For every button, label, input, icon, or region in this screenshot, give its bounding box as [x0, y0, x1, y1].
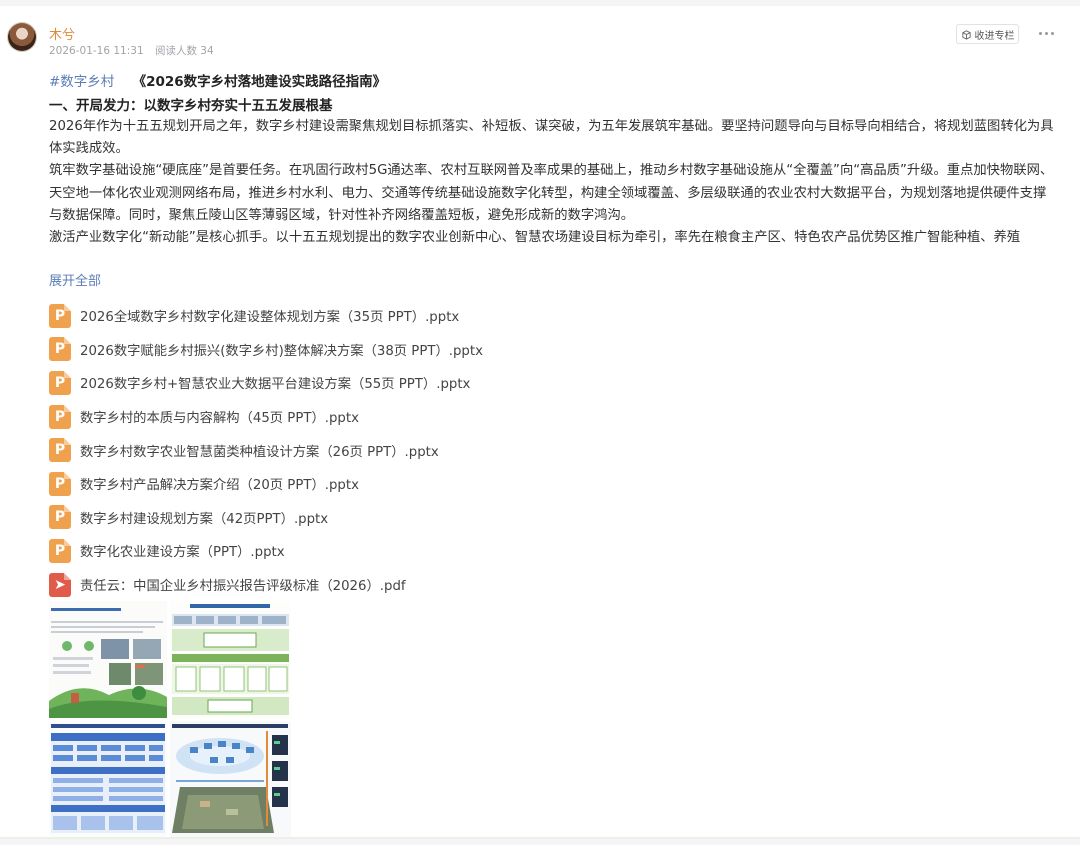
post-card: 木兮 2026-01-16 11:31 阅读人数 34 收进专栏 #数字乡村 《…	[0, 6, 1080, 839]
view-count: 阅读人数 34	[154, 45, 214, 57]
hashtag-link[interactable]: #数字乡村	[49, 74, 114, 90]
ppt-file-icon: P	[49, 303, 71, 328]
author-name[interactable]: 木兮	[49, 24, 75, 43]
attachment-name[interactable]: 2026数字赋能乡村振兴(数字乡村)整体解决方案（38页 PPT）.pptx	[80, 340, 483, 359]
body-paragraph: 筑牢数字基础设施“硬底座”是首要任务。在巩固行政村5G通达率、农村互联网普及率成…	[49, 163, 1054, 223]
attachment-item[interactable]: P 数字乡村数字农业智慧菌类种植设计方案（26页 PPT）.pptx	[49, 433, 483, 467]
attachment-item[interactable]: ➤ 责任云：中国企业乡村振兴报告评级标准（2026）.pdf	[49, 568, 483, 602]
section-heading: 一、开局发力：以数字乡村夯实十五五发展根基	[49, 98, 333, 114]
image-thumbnail[interactable]	[49, 721, 167, 837]
more-dot-icon	[1050, 31, 1054, 35]
ppt-file-icon: P	[49, 370, 71, 395]
expand-all-link[interactable]: 展开全部	[49, 270, 101, 289]
pdf-file-icon: ➤	[49, 572, 71, 597]
more-options-button[interactable]	[1036, 25, 1056, 41]
post-meta: 2026-01-16 11:31 阅读人数 34	[49, 43, 214, 58]
collect-icon	[961, 29, 971, 40]
ppt-file-icon: P	[49, 471, 71, 496]
ppt-file-icon: P	[49, 538, 71, 563]
more-dot-icon	[1044, 31, 1048, 35]
post-date: 2026-01-16 11:31	[49, 45, 144, 57]
attachment-item[interactable]: P 数字化农业建设方案（PPT）.pptx	[49, 534, 483, 568]
attachment-name[interactable]: 数字乡村的本质与内容解构（45页 PPT）.pptx	[80, 407, 359, 426]
attachment-name[interactable]: 数字乡村产品解决方案介绍（20页 PPT）.pptx	[80, 474, 359, 493]
attachment-name[interactable]: 2026数字乡村+智慧农业大数据平台建设方案（55页 PPT）.pptx	[80, 373, 470, 392]
image-thumbnail[interactable]	[170, 601, 291, 718]
attachment-name[interactable]: 数字化农业建设方案（PPT）.pptx	[80, 541, 285, 560]
post-body: 2026年作为十五五规划开局之年，数字乡村建设需聚焦规划目标抓落实、补短板、谋突…	[49, 116, 1055, 256]
attachment-name[interactable]: 责任云：中国企业乡村振兴报告评级标准（2026）.pdf	[80, 575, 406, 594]
attachment-item[interactable]: P 数字乡村产品解决方案介绍（20页 PPT）.pptx	[49, 467, 483, 501]
ppt-file-icon: P	[49, 404, 71, 429]
attachment-name[interactable]: 数字乡村数字农业智慧菌类种植设计方案（26页 PPT）.pptx	[80, 441, 439, 460]
body-paragraph: 激活产业数字化“新动能”是核心抓手。以十五五规划提出的数字农业创新中心、智慧农场…	[49, 230, 1021, 246]
more-dot-icon	[1038, 31, 1042, 35]
attachment-name[interactable]: 数字乡村建设规划方案（42页PPT）.pptx	[80, 508, 328, 527]
collect-label: 收进专栏	[974, 30, 1015, 42]
post-title-line: #数字乡村 《2026数字乡村落地建设实践路径指南》	[49, 70, 386, 90]
body-paragraph: 2026年作为十五五规划开局之年，数字乡村建设需聚焦规划目标抓落实、补短板、谋突…	[49, 119, 1054, 157]
avatar[interactable]	[8, 23, 36, 51]
attachment-item[interactable]: P 数字乡村建设规划方案（42页PPT）.pptx	[49, 501, 483, 535]
image-thumbnail[interactable]	[49, 601, 167, 718]
ppt-file-icon: P	[49, 438, 71, 463]
attachment-item[interactable]: P 2026数字赋能乡村振兴(数字乡村)整体解决方案（38页 PPT）.pptx	[49, 333, 483, 367]
ppt-file-icon: P	[49, 337, 71, 362]
attachment-list: P 2026全域数字乡村数字化建设整体规划方案（35页 PPT）.pptx P …	[49, 299, 483, 601]
attachment-name[interactable]: 2026全域数字乡村数字化建设整体规划方案（35页 PPT）.pptx	[80, 306, 459, 325]
attachment-item[interactable]: P 数字乡村的本质与内容解构（45页 PPT）.pptx	[49, 400, 483, 434]
attachment-item[interactable]: P 2026全域数字乡村数字化建设整体规划方案（35页 PPT）.pptx	[49, 299, 483, 333]
image-thumbnail[interactable]	[170, 721, 291, 837]
attachment-item[interactable]: P 2026数字乡村+智慧农业大数据平台建设方案（55页 PPT）.pptx	[49, 366, 483, 400]
article-title: 《2026数字乡村落地建设实践路径指南》	[132, 74, 387, 90]
ppt-file-icon: P	[49, 505, 71, 530]
image-grid	[49, 601, 291, 837]
collect-to-column-button[interactable]: 收进专栏	[956, 24, 1019, 44]
